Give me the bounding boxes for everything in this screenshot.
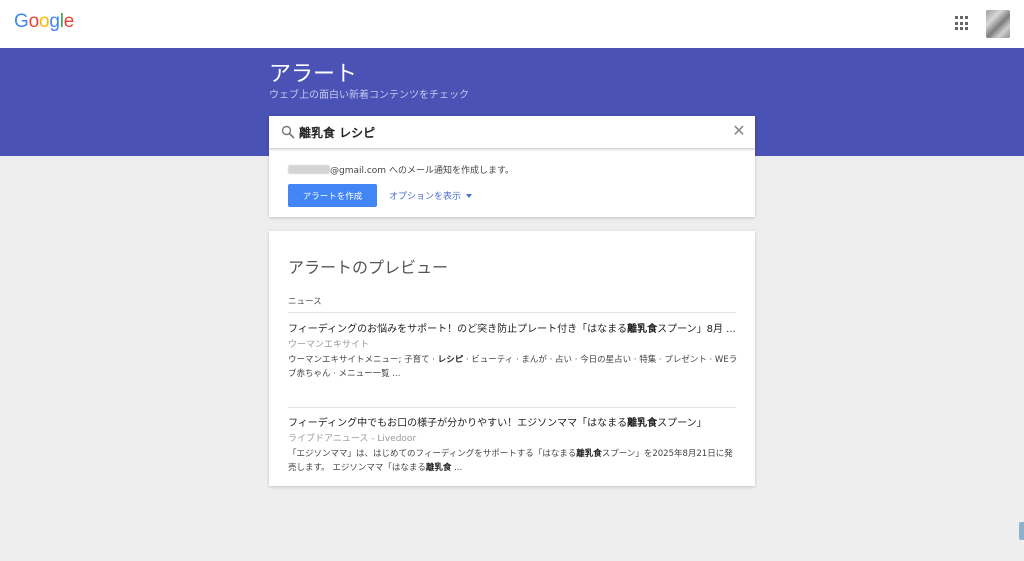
email-notice-text: @gmail.com へのメール通知を作成します。 xyxy=(330,166,515,176)
logo-letter: G xyxy=(14,11,29,32)
email-notice: @gmail.com へのメール通知を作成します。 xyxy=(288,163,514,176)
search-icon xyxy=(281,125,295,139)
news-item: フィーディングのお悩みをサポート！のど突き防止プレート付き「はなまる離乳食スプー… xyxy=(288,322,738,381)
logo-letter: o xyxy=(28,11,40,32)
show-options-label: オプションを表示 xyxy=(389,192,462,202)
news-section-label: ニュース xyxy=(288,297,322,307)
divider xyxy=(288,312,736,313)
text-fragment: ... xyxy=(451,463,463,473)
page-title: アラート xyxy=(269,62,358,87)
create-alert-card: @gmail.com へのメール通知を作成します。 アラートを作成 オプションを… xyxy=(269,148,755,217)
news-item-title[interactable]: フィーディング中でもお口の様子が分かりやすい！エジソンママ「はなまる離乳食スプー… xyxy=(288,416,738,431)
text-fragment: ウーマンエキサイトメニュー; 子育て · xyxy=(288,355,438,365)
text-fragment: フィーディングのお悩みをサポート！のど突き防止プレート付き「はなまる xyxy=(288,324,628,335)
news-item: フィーディング中でもお口の様子が分かりやすい！エジソンママ「はなまる離乳食スプー… xyxy=(288,416,738,475)
keyword-highlight: 離乳食 xyxy=(576,449,602,459)
logo-letter: o xyxy=(38,11,50,32)
divider xyxy=(288,407,736,408)
logo-letter: e xyxy=(63,11,75,32)
close-icon[interactable]: ✕ xyxy=(731,123,747,139)
text-fragment: フィーディング中でもお口の様子が分かりやすい！エジソンママ「はなまる xyxy=(288,418,628,429)
user-avatar[interactable] xyxy=(986,10,1010,38)
news-item-title[interactable]: フィーディングのお悩みをサポート！のど突き防止プレート付き「はなまる離乳食スプー… xyxy=(288,322,738,337)
search-input[interactable] xyxy=(299,122,719,142)
logo-letter: g xyxy=(49,11,60,32)
text-fragment: スプーン」 xyxy=(657,418,707,429)
apps-grid-icon[interactable] xyxy=(955,16,970,31)
keyword-highlight: 離乳食 xyxy=(425,463,452,473)
search-box: ✕ xyxy=(269,116,755,148)
text-fragment: スプーン」8月 ... xyxy=(657,324,736,335)
preview-title: アラートのプレビュー xyxy=(288,258,449,277)
keyword-highlight: レシピ xyxy=(437,355,464,365)
email-redacted xyxy=(288,165,330,174)
show-options-link[interactable]: オプションを表示 xyxy=(389,189,473,202)
news-item-snippet: 「エジソンママ」は、はじめてのフィーディングをサポートする「はなまる離乳食スプー… xyxy=(288,447,738,475)
google-logo[interactable]: Google xyxy=(14,11,74,33)
keyword-highlight: 離乳食 xyxy=(627,418,658,429)
news-item-snippet: ウーマンエキサイトメニュー; 子育て · レシピ · ビューティ · まんが ·… xyxy=(288,353,738,381)
page-subtitle: ウェブ上の面白い新着コンテンツをチェック xyxy=(269,90,469,101)
keyword-highlight: 離乳食 xyxy=(627,324,658,335)
news-item-source: ウーマンエキサイト xyxy=(288,340,370,350)
top-bar: Google xyxy=(0,0,1024,48)
text-fragment: 「エジソンママ」は、はじめてのフィーディングをサポートする「はなまる xyxy=(288,449,577,459)
scrollbar-handle[interactable] xyxy=(1019,522,1024,540)
preview-card: アラートのプレビュー ニュース フィーディングのお悩みをサポート！のど突き防止プ… xyxy=(269,231,755,486)
create-alert-button[interactable]: アラートを作成 xyxy=(288,184,377,207)
news-item-source: ライブドアニュース - Livedoor xyxy=(288,434,417,444)
caret-down-icon xyxy=(466,194,473,198)
